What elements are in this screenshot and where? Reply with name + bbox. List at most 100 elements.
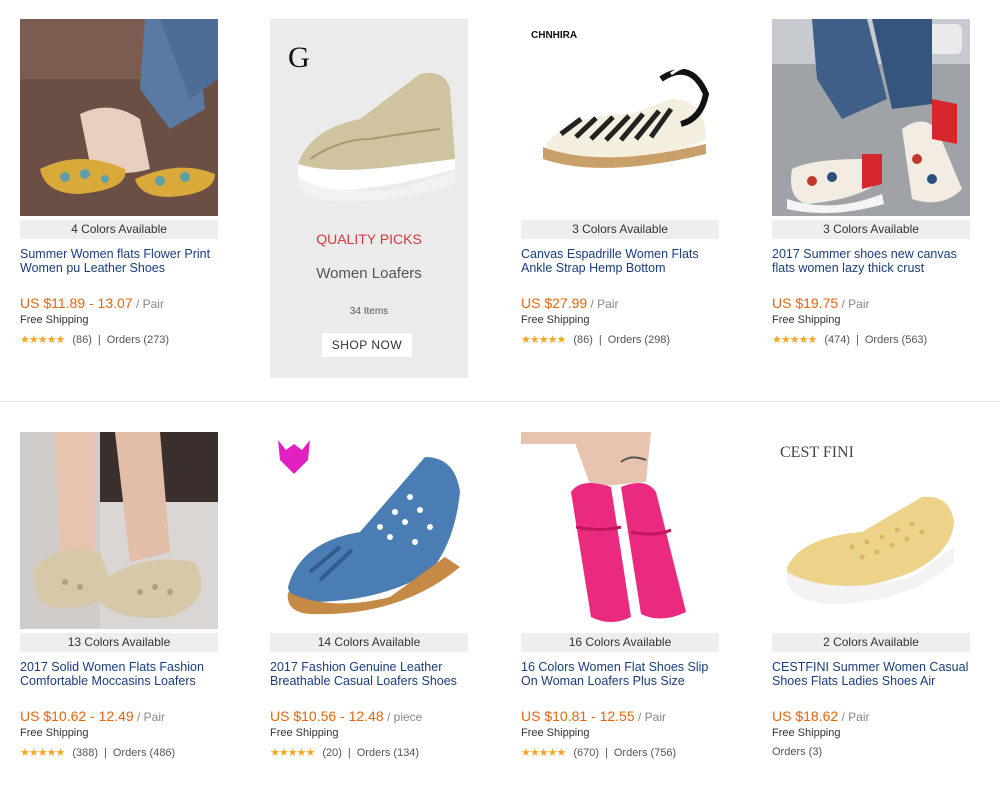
price-value: US $10.81 - 12.55 (521, 708, 635, 724)
product-card[interactable]: CEST FINI 2 Colors Available CESTFINI Su… (772, 432, 970, 802)
star-rating-icon: ★★★★★ (20, 334, 65, 346)
review-count[interactable]: (670) (573, 747, 599, 759)
price-unit: / piece (383, 710, 423, 724)
orders-count[interactable]: Orders (563) (865, 334, 927, 346)
product-row-2: 13 Colors Available 2017 Solid Women Fla… (0, 404, 1000, 799)
orders-count[interactable]: Orders (3) (772, 746, 822, 758)
product-card[interactable]: 13 Colors Available 2017 Solid Women Fla… (20, 432, 218, 802)
product-title-link[interactable]: 2017 Fashion Genuine Leather Breathable … (270, 660, 475, 688)
price-value: US $10.56 - 12.48 (270, 708, 384, 724)
colors-available: 13 Colors Available (20, 633, 218, 652)
price-value: US $18.62 (772, 708, 839, 724)
review-count[interactable]: (86) (573, 334, 593, 346)
product-card[interactable]: 16 Colors Available 16 Colors Women Flat… (521, 432, 719, 802)
brand-logo-icon: CEST FINI (780, 444, 854, 461)
product-image[interactable] (772, 19, 970, 216)
product-price: US $27.99 / Pair (521, 295, 619, 311)
shipping-info: Free Shipping (521, 314, 590, 326)
rating-row: ★★★★★ (20) | Orders (134) (270, 746, 419, 760)
product-card[interactable]: 14 Colors Available 2017 Fashion Genuine… (270, 432, 468, 802)
separator: | (598, 333, 602, 346)
shipping-info: Free Shipping (270, 727, 339, 739)
price-unit: / Pair (133, 710, 165, 724)
product-card[interactable]: CHNHIRA 3 Colors Available Canvas Espadr… (521, 19, 719, 389)
separator: | (347, 746, 351, 759)
product-card[interactable]: 3 Colors Available 2017 Summer shoes new… (772, 19, 970, 389)
shipping-info: Free Shipping (20, 727, 89, 739)
product-title-link[interactable]: 16 Colors Women Flat Shoes Slip On Woman… (521, 660, 726, 688)
shipping-info: Free Shipping (521, 727, 590, 739)
product-title-link[interactable]: 2017 Summer shoes new canvas flats women… (772, 247, 977, 275)
colors-available: 14 Colors Available (270, 633, 468, 652)
product-title-link[interactable]: Summer Women flats Flower Print Women pu… (20, 247, 225, 275)
price-value: US $19.75 (772, 295, 839, 311)
star-rating-icon: ★★★★★ (20, 747, 65, 759)
product-row-1: 4 Colors Available Summer Women flats Fl… (0, 0, 1000, 395)
price-unit: / Pair (587, 297, 619, 311)
product-image[interactable]: CHNHIRA (521, 19, 719, 216)
shipping-info: Free Shipping (20, 314, 89, 326)
colors-available: 3 Colors Available (521, 220, 719, 239)
colors-available: 3 Colors Available (772, 220, 970, 239)
product-title-link[interactable]: Canvas Espadrille Women Flats Ankle Stra… (521, 247, 726, 275)
promo-title: Women Loafers (316, 265, 422, 282)
promo-count: 34 Items (349, 306, 389, 317)
price-value: US $11.89 - 13.07 (20, 295, 133, 311)
price-unit: / Pair (838, 710, 870, 724)
product-card[interactable]: 4 Colors Available Summer Women flats Fl… (20, 19, 218, 389)
product-price: US $10.62 - 12.49 / Pair (20, 708, 165, 724)
product-image[interactable] (270, 432, 468, 629)
star-rating-icon: ★★★★★ (270, 747, 315, 759)
rating-row: ★★★★★ (670) | Orders (756) (521, 746, 676, 760)
product-image[interactable] (20, 432, 218, 629)
review-count[interactable]: (388) (72, 747, 98, 759)
promo-image[interactable]: G (270, 19, 468, 216)
shipping-info: Free Shipping (772, 727, 841, 739)
shop-now-button[interactable]: SHOP NOW (322, 333, 412, 357)
separator: | (605, 746, 608, 759)
orders-count[interactable]: Orders (298) (608, 334, 670, 346)
product-title-link[interactable]: CESTFINI Summer Women Casual Shoes Flats… (772, 660, 977, 688)
rating-row: ★★★★★ (86) | Orders (298) (521, 333, 670, 347)
separator: | (856, 333, 859, 346)
product-price: US $19.75 / Pair (772, 295, 870, 311)
rating-row: ★★★★★ (474) | Orders (563) (772, 333, 927, 347)
brand-logo-icon: G (288, 41, 310, 74)
review-count[interactable]: (474) (824, 334, 850, 346)
review-count[interactable]: (20) (322, 747, 342, 759)
star-rating-icon: ★★★★★ (772, 334, 817, 346)
price-unit: / Pair (132, 297, 164, 311)
review-count[interactable]: (86) (72, 334, 92, 346)
rating-row: Orders (3) (772, 746, 822, 758)
colors-available: 2 Colors Available (772, 633, 970, 652)
orders-count[interactable]: Orders (134) (357, 747, 419, 759)
separator: | (97, 333, 101, 346)
promo-label: QUALITY PICKS (316, 231, 422, 247)
rating-row: ★★★★★ (86) | Orders (273) (20, 333, 169, 347)
product-image[interactable] (521, 432, 719, 629)
brand-logo-icon: CHNHIRA (531, 30, 577, 41)
colors-available: 16 Colors Available (521, 633, 719, 652)
row-divider (0, 401, 1000, 402)
colors-available: 4 Colors Available (20, 220, 218, 239)
price-value: US $27.99 (521, 295, 588, 311)
product-price: US $18.62 / Pair (772, 708, 870, 724)
star-rating-icon: ★★★★★ (521, 334, 566, 346)
rating-row: ★★★★★ (388) | Orders (486) (20, 746, 175, 760)
product-price: US $10.81 - 12.55 / Pair (521, 708, 666, 724)
price-unit: / Pair (634, 710, 666, 724)
orders-count[interactable]: Orders (756) (614, 747, 676, 759)
orders-count[interactable]: Orders (273) (107, 334, 169, 346)
product-image[interactable] (20, 19, 218, 216)
separator: | (104, 746, 107, 759)
product-image[interactable]: CEST FINI (772, 432, 970, 629)
price-unit: / Pair (838, 297, 870, 311)
product-price: US $10.56 - 12.48 / piece (270, 708, 422, 724)
price-value: US $10.62 - 12.49 (20, 708, 134, 724)
promo-card[interactable]: G QUALITY PICKS Women Loafers 34 Items S… (270, 19, 468, 378)
orders-count[interactable]: Orders (486) (113, 747, 175, 759)
product-price: US $11.89 - 13.07 / Pair (20, 295, 164, 311)
shipping-info: Free Shipping (772, 314, 841, 326)
star-rating-icon: ★★★★★ (521, 747, 566, 759)
product-title-link[interactable]: 2017 Solid Women Flats Fashion Comfortab… (20, 660, 225, 688)
